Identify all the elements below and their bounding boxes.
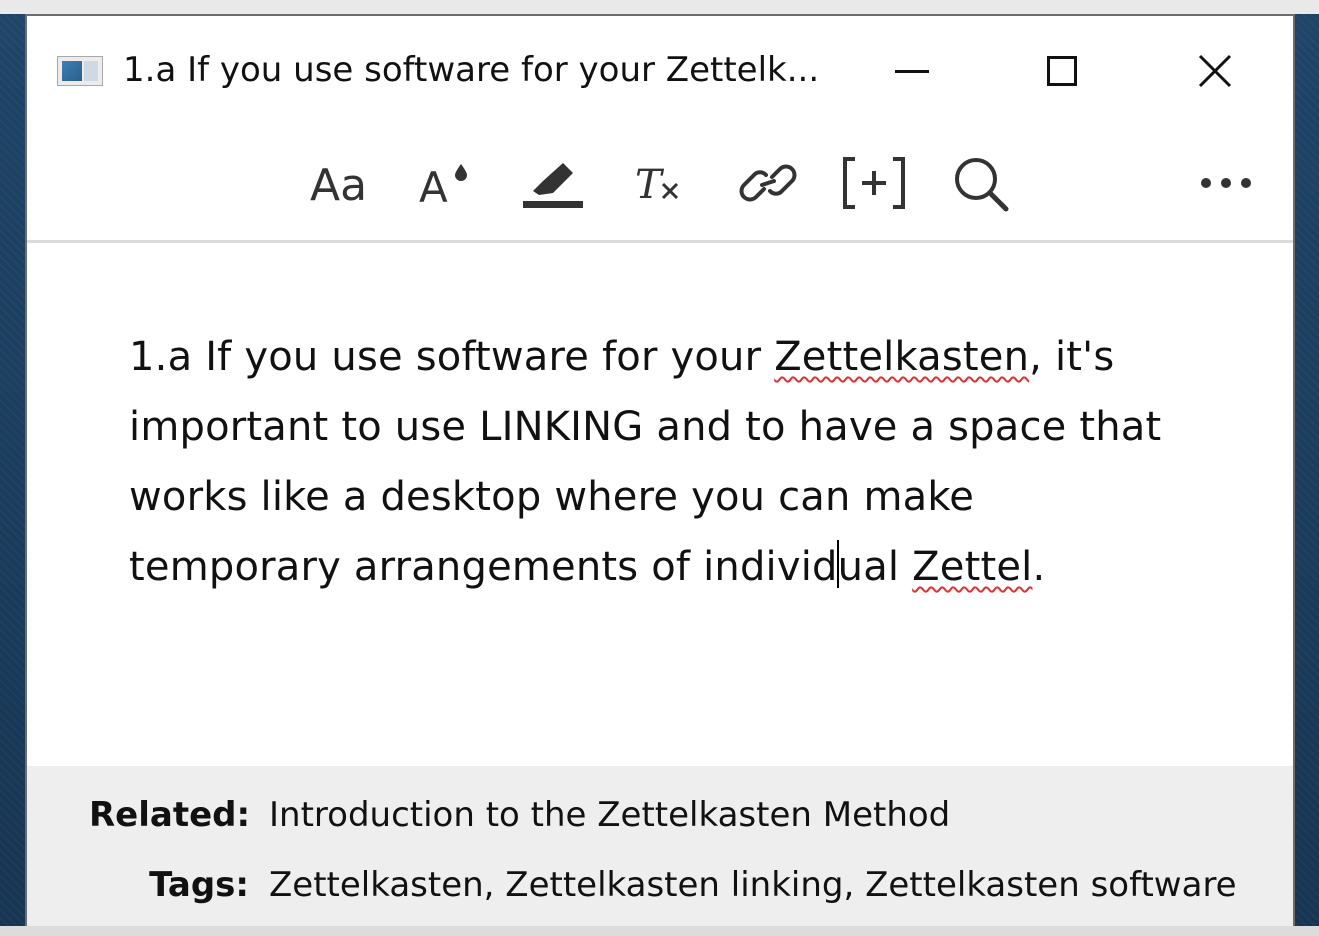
- svg-text:Aa: Aa: [310, 160, 367, 208]
- sticky-note-window: 1.a If you use software for your Zettelk…: [25, 14, 1295, 932]
- misspelled-word[interactable]: Zettel: [912, 544, 1032, 590]
- font-color-icon: A: [419, 163, 467, 208]
- highlight-icon: [523, 163, 583, 208]
- maximize-button[interactable]: [1032, 46, 1092, 96]
- tags-label: Tags:: [149, 865, 249, 905]
- window-title: 1.a If you use software for your Zettelk…: [123, 50, 820, 90]
- tags-value[interactable]: Zettelkasten, Zettelkasten linking, Zett…: [269, 860, 1237, 910]
- font-color-button[interactable]: A: [417, 148, 477, 218]
- svg-text:A: A: [419, 163, 448, 208]
- more-icon: [1201, 178, 1251, 188]
- close-button[interactable]: [1185, 46, 1245, 96]
- note-metadata-footer: Related: Introduction to the Zettelkasten…: [27, 766, 1293, 932]
- background-window-edge: [0, 0, 1319, 14]
- note-line: temporary arrangements of individual Zet…: [129, 532, 1209, 602]
- misspelled-word[interactable]: Zettelkasten: [774, 334, 1029, 380]
- minimize-icon: [895, 69, 929, 73]
- clear-formatting-button[interactable]: T: [631, 148, 691, 218]
- related-link[interactable]: Introduction to the Zettelkasten Method: [269, 790, 950, 840]
- app-icon: [57, 56, 103, 86]
- minimize-button[interactable]: [882, 46, 942, 96]
- note-line: important to use LINKING and to have a s…: [129, 404, 1162, 450]
- related-label: Related:: [89, 795, 251, 835]
- formatting-toolbar: Aa A T: [27, 148, 1293, 218]
- svg-text:T: T: [635, 162, 665, 208]
- font-size-icon: Aa: [310, 160, 367, 208]
- search-icon: [955, 158, 1009, 212]
- maximize-icon: [1047, 56, 1077, 86]
- tags-row: Tags: Zettelkasten, Zettelkasten linking,…: [89, 860, 1237, 910]
- close-icon: [1198, 54, 1232, 88]
- toolbar-divider: [27, 240, 1293, 243]
- font-size-button[interactable]: Aa: [305, 148, 375, 218]
- clear-formatting-icon: T: [635, 162, 679, 208]
- search-button[interactable]: [947, 148, 1017, 218]
- insert-note-button[interactable]: [839, 148, 909, 218]
- note-line: works like a desktop where you can make: [129, 474, 975, 520]
- link-icon: [739, 164, 797, 202]
- more-options-button[interactable]: [1195, 148, 1257, 218]
- related-row: Related: Introduction to the Zettelkasten…: [89, 790, 950, 840]
- insert-note-icon: [843, 157, 905, 209]
- note-line: 1.a If you use software for your Zettelk…: [129, 334, 1115, 380]
- note-body-editor[interactable]: 1.a If you use software for your Zettelk…: [129, 322, 1209, 602]
- background-window-edge: [0, 926, 1319, 936]
- title-bar[interactable]: 1.a If you use software for your Zettelk…: [27, 16, 1293, 124]
- link-button[interactable]: [733, 148, 803, 218]
- highlight-button[interactable]: [521, 148, 587, 218]
